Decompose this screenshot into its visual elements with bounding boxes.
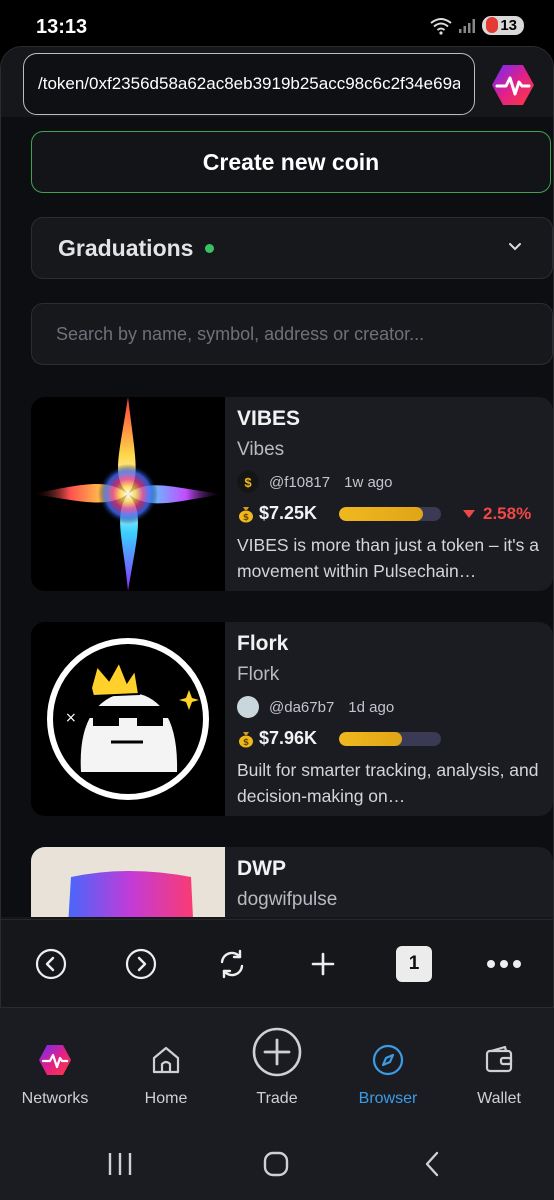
reload-button[interactable] — [210, 942, 254, 986]
search-input[interactable] — [31, 303, 553, 365]
coin-name: Vibes — [237, 439, 285, 460]
nav-home[interactable]: Home — [111, 1042, 221, 1108]
nav-wallet[interactable]: Wallet — [444, 1042, 554, 1108]
coin-image: × — [31, 622, 225, 816]
price-change: 2.58% — [463, 504, 531, 524]
price-change-value: 2.58% — [483, 503, 532, 523]
progress-fill — [339, 731, 403, 746]
coin-symbol: Flork — [237, 632, 289, 655]
nav-browser[interactable]: Browser — [333, 1042, 443, 1108]
coin-artwork — [31, 847, 225, 917]
wallet-icon — [481, 1042, 517, 1078]
live-status-dot — [205, 243, 215, 253]
app-logo-icon[interactable] — [489, 61, 537, 109]
svg-text:$: $ — [243, 513, 249, 523]
dropdown-label: Graduations — [58, 234, 194, 261]
new-tab-button[interactable] — [301, 942, 345, 986]
system-navigation-bar — [0, 1128, 554, 1200]
forward-button[interactable] — [119, 942, 163, 986]
home-button[interactable] — [256, 1148, 296, 1180]
market-cap-row: $ $7.96K — [237, 728, 545, 749]
bonding-progress-bar — [339, 506, 441, 521]
recents-icon — [108, 1153, 132, 1175]
creator-avatar: $ — [237, 471, 259, 493]
creator-handle[interactable]: @f10817 — [269, 474, 330, 491]
graduations-dropdown[interactable]: Graduations — [31, 217, 553, 279]
coin-description: Built for smarter tracking, analysis, an… — [237, 760, 539, 806]
home-icon — [148, 1042, 184, 1078]
bottom-navigation: Networks Home Trade Browser Wallet — [0, 1008, 554, 1128]
coin-image — [31, 397, 225, 591]
back-arrow-icon — [35, 948, 67, 980]
coin-info: DWP dogwifpulse — [237, 857, 545, 911]
coin-creator[interactable]: @da67b7 1d ago — [237, 696, 545, 718]
nav-networks[interactable]: Networks — [0, 1042, 110, 1108]
bonding-progress-bar — [339, 731, 441, 746]
pulse-logo-icon — [37, 1042, 73, 1078]
plus-circle-icon — [251, 1026, 303, 1078]
nav-label: Wallet — [477, 1090, 521, 1107]
signal-icon — [459, 18, 476, 33]
nav-label: Home — [144, 1090, 188, 1107]
creator-handle[interactable]: @da67b7 — [269, 699, 334, 716]
coin-info: Flork Flork @da67b7 1d ago $ $7.96K Buil… — [237, 632, 545, 809]
nav-label: Trade — [256, 1090, 298, 1107]
more-dots-icon — [487, 960, 521, 968]
nav-trade[interactable]: Trade — [222, 1026, 332, 1108]
system-back-button[interactable] — [412, 1148, 452, 1180]
coin-artwork — [31, 397, 225, 591]
wifi-icon — [430, 17, 452, 35]
svg-text:×: × — [65, 710, 77, 726]
plus-icon — [311, 952, 335, 976]
coin-age: 1d ago — [348, 698, 395, 716]
browser-window: Create new coin Graduations — [0, 46, 554, 1008]
back-chevron-icon — [425, 1151, 439, 1177]
coin-name: Flork — [237, 664, 280, 685]
market-cap: $7.25K — [259, 503, 318, 523]
coin-info: VIBES Vibes $ @f10817 1w ago $ $7.25K 2.… — [237, 407, 545, 584]
coin-artwork: × — [31, 622, 225, 816]
compass-icon — [370, 1042, 406, 1078]
status-bar: 13:13 13 — [0, 0, 554, 52]
browser-toolbar: 1 — [1, 919, 553, 1007]
coin-description: VIBES is more than just a token – it's a… — [237, 535, 539, 581]
web-page: Create new coin Graduations Search by na… — [1, 117, 553, 917]
back-button[interactable] — [29, 942, 73, 986]
reload-icon — [220, 949, 244, 979]
coin-name: dogwifpulse — [237, 889, 338, 910]
market-cap-row: $ $7.25K 2.58% — [237, 503, 545, 524]
battery-icon — [486, 17, 499, 33]
coin-image — [31, 847, 225, 917]
home-square-icon — [263, 1151, 289, 1177]
money-bag-icon: $ — [239, 506, 253, 523]
svg-text:$: $ — [243, 738, 249, 748]
more-menu-button[interactable] — [482, 942, 526, 986]
recent-apps-button[interactable] — [100, 1148, 140, 1180]
address-bar-row — [1, 47, 553, 117]
nav-label: Browser — [358, 1090, 418, 1107]
forward-arrow-icon — [125, 948, 157, 980]
down-arrow-icon — [463, 509, 475, 518]
creator-avatar — [237, 696, 259, 718]
status-icons: 13 — [430, 16, 524, 35]
coin-card-vibes[interactable]: VIBES Vibes $ @f10817 1w ago $ $7.25K 2.… — [31, 397, 553, 591]
url-input[interactable] — [23, 53, 475, 115]
status-time: 13:13 — [36, 16, 88, 38]
create-new-coin-button[interactable]: Create new coin — [31, 131, 551, 193]
tabs-button[interactable]: 1 — [392, 942, 436, 986]
coin-symbol: DWP — [237, 857, 286, 880]
battery-indicator: 13 — [482, 16, 524, 35]
chevron-down-icon — [509, 243, 521, 251]
progress-fill — [339, 506, 423, 521]
market-cap: $7.96K — [259, 728, 318, 748]
battery-level: 13 — [500, 17, 517, 34]
money-bag-icon: $ — [239, 731, 253, 748]
coin-card-flork[interactable]: × Flork Flork @da67b7 1d ago $ $7.96K Bu… — [31, 622, 553, 816]
coin-creator[interactable]: $ @f10817 1w ago — [237, 471, 545, 493]
coin-card-dwp[interactable]: DWP dogwifpulse — [31, 847, 553, 917]
tab-count: 1 — [396, 946, 432, 982]
coin-age: 1w ago — [344, 473, 393, 491]
coin-symbol: VIBES — [237, 407, 301, 430]
nav-label: Networks — [21, 1090, 89, 1107]
